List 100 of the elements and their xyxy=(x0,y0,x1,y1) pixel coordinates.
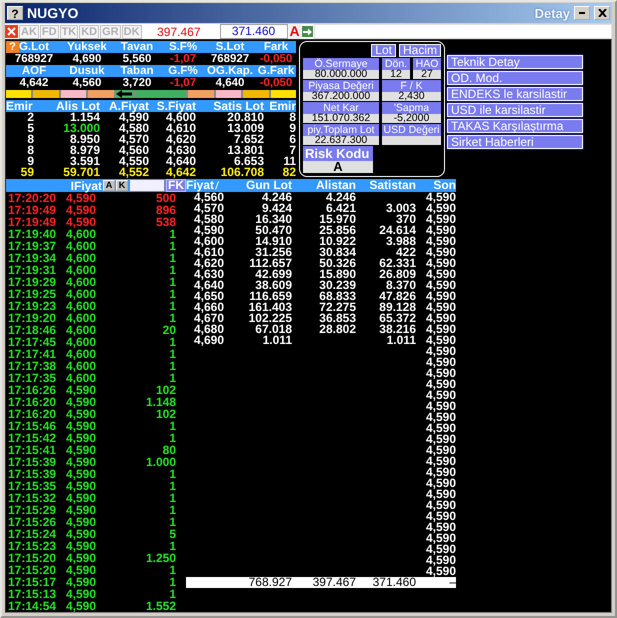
table-cell-text: 4,590 xyxy=(424,214,456,225)
trade-price: 4,590 xyxy=(66,456,98,468)
trade-time: 17:15:24 xyxy=(8,528,58,540)
table-cell-text: 4,590 xyxy=(424,313,456,324)
help-button[interactable]: ? xyxy=(6,41,19,53)
trade-lot: 1 xyxy=(168,228,176,240)
toggle-button[interactable]: Hacim xyxy=(398,44,441,57)
input-field[interactable] xyxy=(314,24,612,39)
trade-time: 17:16:26 xyxy=(8,384,58,396)
trade-lot: 1 xyxy=(168,300,176,312)
trade-time: 17:15:41 xyxy=(8,444,58,456)
filter-button[interactable]: FK xyxy=(166,179,186,192)
stat-value: 768927 xyxy=(14,53,54,65)
sort-icon xyxy=(215,181,220,190)
link-button[interactable]: TAKAS Karşılaştırma xyxy=(447,119,583,133)
table-cell-text: 30.239 xyxy=(318,280,356,291)
table-cell-text: 28.802 xyxy=(318,324,356,335)
trade-lot: 1.552 xyxy=(144,600,176,612)
table-cell-text: 4,590 xyxy=(424,280,456,291)
help-button[interactable]: ? xyxy=(7,6,23,20)
trade-price: 4,600 xyxy=(66,348,98,360)
table-cell-text: 62.331 xyxy=(378,258,416,269)
field-label: 'Sapma xyxy=(382,102,441,114)
trade-time: 17:18:46 xyxy=(8,324,58,336)
table-cell-text: 4,590 xyxy=(424,423,456,434)
sell-total: 397.467 xyxy=(156,24,202,38)
trade-lot: 1 xyxy=(168,432,176,444)
column-header: IFiyat xyxy=(70,178,102,192)
stat-header: Fark xyxy=(256,41,296,53)
total-cell-text: 59.701 xyxy=(62,167,100,178)
table-cell-text: 50.326 xyxy=(318,258,356,269)
link-button[interactable]: Teknik Detay xyxy=(447,55,583,69)
table-cell-text: 4,580 xyxy=(192,214,224,225)
trade-price: 4,590 xyxy=(66,540,98,552)
table-cell-text: 4,660 xyxy=(192,302,224,313)
stat-header: G.Fark xyxy=(256,65,296,77)
trade-price: 4,600 xyxy=(66,240,98,252)
trade-price: 4,590 xyxy=(66,480,98,492)
table-cell-text: 4,590 xyxy=(424,522,456,533)
minimize-button[interactable] xyxy=(574,6,590,20)
table-cell-text: 4,670 xyxy=(192,313,224,324)
stat-value: -1,07 xyxy=(168,53,198,65)
table-cell-text: 31.256 xyxy=(255,247,292,258)
table-cell-text: 4,590 xyxy=(424,225,456,236)
trade-time: 17:14:54 xyxy=(8,600,58,612)
table-cell-text: 4,560 xyxy=(118,145,149,156)
table-cell-text: 4,590 xyxy=(424,412,456,423)
risk-value: A xyxy=(303,161,373,173)
table-cell-text: 7.652 xyxy=(234,134,264,145)
trade-price: 4,590 xyxy=(66,552,98,564)
stat-header: Yuksek xyxy=(62,41,112,53)
stat-value: 4,642 xyxy=(18,77,50,89)
trade-price: 4,590 xyxy=(66,564,98,576)
link-button[interactable]: Sirket Haberleri xyxy=(447,135,583,149)
table-cell-text: 4,590 xyxy=(424,269,456,280)
filter-button[interactable]: K xyxy=(116,180,128,191)
trade-lot: 80 xyxy=(162,444,176,456)
table-cell-text: 4,590 xyxy=(424,533,456,544)
trade-price: 4,590 xyxy=(66,468,98,480)
column-header: Satis Lot xyxy=(196,100,264,112)
total-cell-text: 59 xyxy=(20,167,34,178)
arrow-icon[interactable] xyxy=(302,26,313,37)
trade-price: 4,600 xyxy=(66,264,98,276)
trade-price: 4,590 xyxy=(66,600,98,612)
trade-lot: 1 xyxy=(168,336,176,348)
table-cell-text: 4,570 xyxy=(118,134,149,145)
table-cell-text: 4,640 xyxy=(192,280,224,291)
table-cell-text: 8.950 xyxy=(70,134,100,145)
table-cell-text: 4,590 xyxy=(118,112,149,123)
trade-time: 17:16:20 xyxy=(8,408,58,420)
link-button[interactable]: OD. Mod. xyxy=(447,71,583,85)
trade-time: 17:15:29 xyxy=(8,504,58,516)
trade-price: 4,600 xyxy=(66,252,98,264)
total-cell-text: 4,552 xyxy=(118,167,149,178)
field-value: 367.200.000 xyxy=(303,92,379,101)
trade-lot: 1 xyxy=(168,348,176,360)
trade-price: 4,600 xyxy=(66,360,98,372)
close-icon[interactable] xyxy=(5,25,18,38)
buy-total: 371.460 xyxy=(220,24,288,39)
trade-time: 17:15:35 xyxy=(8,480,58,492)
trade-lot: 20 xyxy=(162,324,176,336)
table-cell-text: 3.003 xyxy=(384,203,416,214)
trade-lot: 1 xyxy=(168,480,176,492)
trade-time: 17:19:34 xyxy=(8,252,58,264)
filter-button[interactable]: A xyxy=(103,180,115,191)
link-button[interactable]: USD ile karsilastir xyxy=(447,103,583,117)
toggle-button[interactable]: Lot xyxy=(371,44,396,57)
column-header: S.Fiyat xyxy=(149,100,196,112)
trade-time: 17:17:41 xyxy=(8,348,58,360)
stat-value: -1,07 xyxy=(168,77,198,89)
column-header: Gun Lot xyxy=(245,179,292,192)
table-cell-text: 14.910 xyxy=(254,236,292,247)
trade-lot: 1 xyxy=(168,288,176,300)
table-cell-text: 89.128 xyxy=(378,302,416,313)
close-button[interactable] xyxy=(594,6,610,20)
link-button[interactable]: ENDEKS le karsilastir xyxy=(447,87,583,101)
stat-header: Dusuk xyxy=(62,65,112,77)
table-cell-text: 4,590 xyxy=(424,236,456,247)
trade-price: 4,600 xyxy=(66,288,98,300)
filter-field[interactable] xyxy=(129,179,165,192)
